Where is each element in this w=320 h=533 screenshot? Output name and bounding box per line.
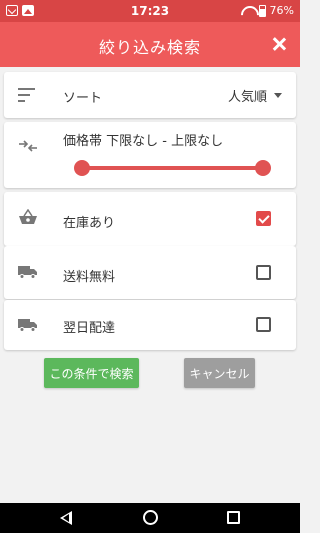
battery-percent: 76% (269, 4, 294, 17)
price-max-knob[interactable] (255, 160, 271, 176)
sort-card: ソート 人気順 (4, 72, 296, 118)
price-card: 価格帯 下限なし - 上限なし (4, 122, 296, 188)
truck-icon (18, 319, 37, 332)
wifi-icon (241, 6, 255, 16)
close-icon[interactable] (269, 34, 289, 54)
compare-arrows-icon (19, 140, 37, 152)
chevron-down-icon (274, 93, 282, 98)
recent-apps-icon[interactable] (227, 511, 240, 524)
filter-next-day-checkbox[interactable] (256, 317, 271, 332)
page-title: 絞り込み検索 (98, 38, 201, 57)
filter-next-day-label: 翌日配達 (63, 321, 116, 336)
home-icon[interactable] (143, 510, 158, 525)
filter-free-shipping-card[interactable]: 送料無料 (4, 246, 296, 299)
filter-in-stock-label: 在庫あり (63, 216, 116, 231)
truck-icon (18, 266, 37, 279)
system-nav-bar (0, 503, 300, 533)
price-label: 価格帯 下限なし - 上限なし (63, 134, 224, 149)
cancel-button[interactable]: キャンセル (184, 358, 255, 388)
search-with-conditions-button[interactable]: この条件で検索 (44, 358, 139, 388)
app-bar: 絞り込み検索 (0, 22, 300, 67)
back-icon[interactable] (60, 511, 72, 525)
filter-free-shipping-checkbox[interactable] (256, 265, 271, 280)
filter-in-stock-card[interactable]: 在庫あり (4, 192, 296, 246)
sort-select-value: 人気順 (227, 90, 267, 105)
sort-select[interactable]: 人気順 (228, 86, 282, 105)
filter-next-day-card[interactable]: 翌日配達 (4, 300, 296, 350)
sort-label: ソート (63, 91, 103, 106)
status-bar: 17:23 76% (0, 0, 300, 22)
price-range-track[interactable] (82, 166, 264, 170)
sort-icon (18, 88, 38, 102)
battery-icon (258, 4, 266, 17)
price-min-knob[interactable] (74, 160, 90, 176)
filter-free-shipping-label: 送料無料 (63, 270, 116, 285)
basket-icon (19, 209, 37, 224)
filter-in-stock-checkbox[interactable] (256, 211, 271, 226)
